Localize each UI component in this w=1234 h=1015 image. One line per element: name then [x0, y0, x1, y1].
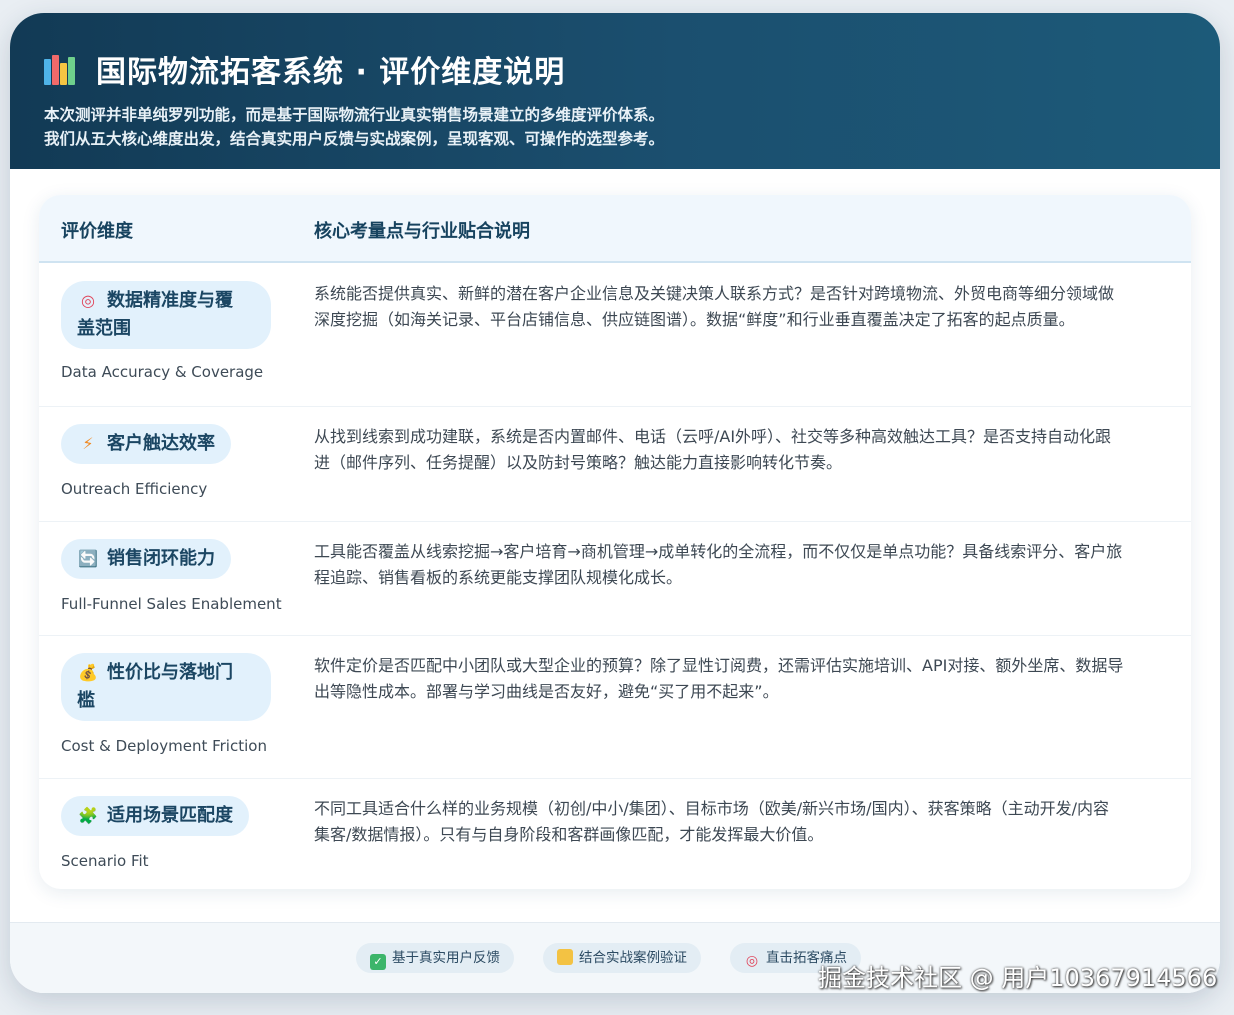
dimension-english: Outreach Efficiency — [61, 480, 208, 498]
dimension-name-cont: 盖范围 — [77, 318, 131, 339]
dimension-description: 不同工具适合什么样的业务规模（初创/中小/集团）、目标市场（欧美/新兴市场/国内… — [314, 796, 1174, 848]
dimension-pill: 💰 性价比与落地门 槛 — [61, 653, 271, 721]
subtitle-line: 本次测评并非单纯罗列功能，而是基于国际物流行业真实销售场景建立的多维度评价体系。 — [44, 106, 665, 124]
target-icon: ◎ — [745, 953, 759, 969]
page-title: 国际物流拓客系统 · 评价维度说明 — [96, 55, 566, 90]
table-row: 🧩 适用场景匹配度 Scenario Fit 不同工具适合什么样的业务规模（初创/… — [39, 778, 1191, 889]
table-row: ⚡ 客户触达效率 Outreach Efficiency 从找到线索到成功建联，系… — [39, 406, 1191, 522]
footer-chip: ✓ 基于真实用户反馈 — [356, 943, 514, 973]
dimension-english: Data Accuracy & Coverage — [61, 363, 264, 381]
table-row: 🔄 销售闭环能力 Full-Funnel Sales Enablement 工具能… — [39, 521, 1191, 636]
subtitle-line: 我们从五大核心维度出发，结合真实用户反馈与实战案例，呈现客观、可操作的选型参考。 — [44, 130, 665, 148]
dimension-description: 系统能否提供真实、新鲜的潜在客户企业信息及关键决策人联系方式？是否针对跨境物流、… — [314, 281, 1174, 333]
evaluation-card: 国际物流拓客系统 · 评价维度说明 本次测评并非单纯罗列功能，而是基于国际物流行… — [10, 13, 1220, 993]
description-line: 系统能否提供真实、新鲜的潜在客户企业信息及关键决策人联系方式？是否针对跨境物流、… — [314, 284, 1115, 303]
chip-label: 结合实战案例验证 — [579, 950, 687, 966]
description-line: 进（邮件序列、任务提醒）以及防封号策略？触达能力直接影响转化节奏。 — [314, 453, 843, 472]
dimension-name: 销售闭环能力 — [107, 548, 215, 569]
header: 国际物流拓客系统 · 评价维度说明 本次测评并非单纯罗列功能，而是基于国际物流行… — [10, 13, 1220, 169]
dimension-name: 适用场景匹配度 — [107, 805, 233, 826]
column-header-description: 核心考量点与行业贴合说明 — [314, 221, 530, 242]
table-row: ◎ 数据精准度与覆 盖范围 Data Accuracy & Coverage 系统… — [39, 263, 1191, 407]
description-line: 从找到线索到成功建联，系统是否内置邮件、电话（云呼/AI外呼）、社交等多种高效触… — [314, 427, 1112, 446]
dimension-pill: 🔄 销售闭环能力 — [61, 539, 231, 579]
dimension-english: Cost & Deployment Friction — [61, 737, 267, 755]
table-row: 💰 性价比与落地门 槛 Cost & Deployment Friction 软件… — [39, 635, 1191, 779]
description-line: 软件定价是否匹配中小团队或大型企业的预算？除了显性订阅费，还需评估实施培训、AP… — [314, 656, 1124, 675]
footer-chip: 结合实战案例验证 — [543, 943, 701, 973]
column-header-dimension: 评价维度 — [61, 221, 133, 242]
watermark: 掘金技术社区 @ 用户10367914566 — [818, 964, 1218, 992]
chip-label: 基于真实用户反馈 — [392, 950, 500, 966]
page-subtitle: 本次测评并非单纯罗列功能，而是基于国际物流行业真实销售场景建立的多维度评价体系。… — [44, 103, 1186, 151]
target-icon: ◎ — [81, 291, 95, 310]
dimension-english: Scenario Fit — [61, 852, 149, 870]
description-line: 工具能否覆盖从线索挖掘→客户培育→商机管理→成单转化的全流程，而不仅仅是单点功能… — [314, 542, 1123, 561]
bar-chart-icon — [44, 53, 76, 85]
description-line: 出等隐性成本。部署与学习曲线是否友好，避免“买了用不起来”。 — [314, 682, 779, 701]
lightning-icon: ⚡ — [82, 434, 94, 453]
dimension-pill: ◎ 数据精准度与覆 盖范围 — [61, 281, 271, 349]
dimension-description: 工具能否覆盖从线索挖掘→客户培育→商机管理→成单转化的全流程，而不仅仅是单点功能… — [314, 539, 1174, 591]
dimension-name-cont: 槛 — [77, 690, 95, 711]
description-line: 不同工具适合什么样的业务规模（初创/中小/集团）、目标市场（欧美/新兴市场/国内… — [314, 799, 1109, 818]
cycle-icon: 🔄 — [78, 549, 98, 568]
description-line: 集客/数据情报）。只有与自身阶段和客群画像匹配，才能发挥最大价值。 — [314, 825, 824, 844]
dimension-pill: 🧩 适用场景匹配度 — [61, 796, 249, 836]
check-icon: ✓ — [370, 954, 386, 970]
description-line: 程追踪、销售看板的系统更能支撑团队规模化成长。 — [314, 568, 683, 587]
description-line: 深度挖掘（如海关记录、平台店铺信息、供应链图谱）。数据“鲜度”和行业垂直覆盖决定… — [314, 310, 1075, 329]
dimension-pill: ⚡ 客户触达效率 — [61, 424, 231, 464]
puzzle-icon: 🧩 — [78, 806, 98, 825]
dimension-english: Full-Funnel Sales Enablement — [61, 595, 282, 613]
table-header: 评价维度 核心考量点与行业贴合说明 — [39, 195, 1191, 263]
dimension-name: 性价比与落地门 — [107, 662, 233, 683]
dimension-description: 从找到线索到成功建联，系统是否内置邮件、电话（云呼/AI外呼）、社交等多种高效触… — [314, 424, 1174, 476]
dimension-table: 评价维度 核心考量点与行业贴合说明 ◎ 数据精准度与覆 盖范围 Data Accu… — [39, 195, 1191, 889]
dimension-description: 软件定价是否匹配中小团队或大型企业的预算？除了显性订阅费，还需评估实施培训、AP… — [314, 653, 1174, 705]
dimension-name: 数据精准度与覆 — [107, 290, 233, 311]
folder-icon — [557, 949, 573, 965]
money-bag-icon: 💰 — [78, 663, 98, 682]
dimension-name: 客户触达效率 — [107, 433, 215, 454]
